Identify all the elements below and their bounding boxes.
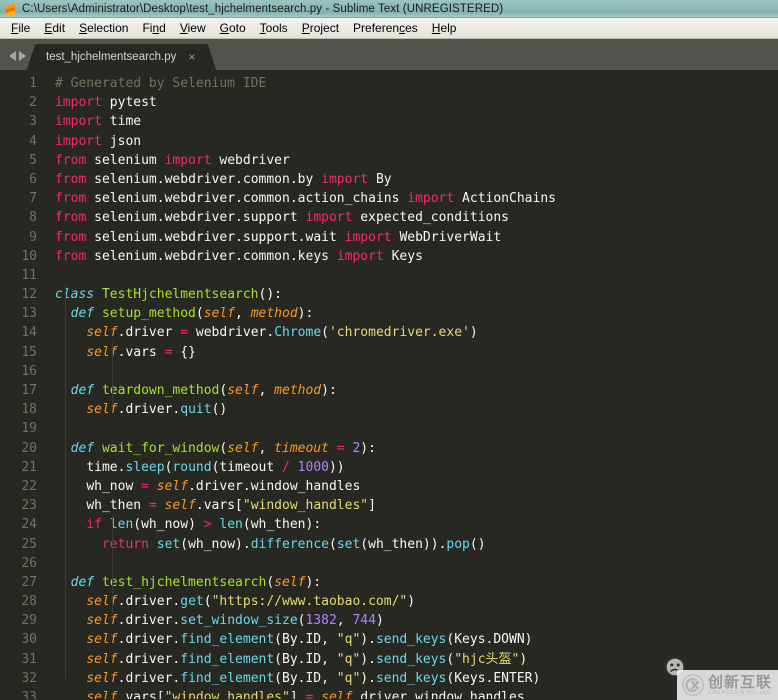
code-editor[interactable]: 1 2 3 4 5 6 7 8 9 10 11 12 13 14 15 16 17 18 19 20 21 22 23 24 2… <box>0 70 778 699</box>
code-line[interactable]: self.driver.find_element(By.ID, "q").sen… <box>46 630 778 649</box>
menu-item-edit[interactable]: Edit <box>37 19 72 37</box>
code-line[interactable]: self.vars["window_handles"] = self.drive… <box>46 688 778 699</box>
menu-bar[interactable]: File Edit Selection Find View Goto Tools… <box>0 18 778 39</box>
menu-item-find[interactable]: Find <box>135 19 172 37</box>
code-line[interactable] <box>46 362 778 381</box>
code-line[interactable]: wh_then = self.vars["window_handles"] <box>46 496 778 515</box>
code-line[interactable]: wh_now = self.driver.window_handles <box>46 477 778 496</box>
code-line[interactable]: self.vars = {} <box>46 343 778 362</box>
line-number: 28 <box>21 594 37 610</box>
line-number: 8 <box>29 210 37 226</box>
code-line[interactable]: self.driver.quit() <box>46 400 778 419</box>
code-line[interactable]: import pytest <box>46 93 778 112</box>
code-line[interactable]: import json <box>46 132 778 151</box>
code-line[interactable]: self.driver = webdriver.Chrome('chromedr… <box>46 323 778 342</box>
code-line[interactable]: # Generated by Selenium IDE <box>46 74 778 93</box>
line-number: 30 <box>21 632 37 648</box>
menu-item-project[interactable]: Project <box>295 19 346 37</box>
title-bar: C:\Users\Administrator\Desktop\test_hjch… <box>0 0 778 18</box>
code-line[interactable]: from selenium.webdriver.common.by import… <box>46 170 778 189</box>
line-number: 4 <box>29 133 37 149</box>
tab-test-hjchelmentsearch[interactable]: test_hjchelmentsearch.py × <box>38 44 206 70</box>
menu-item-file[interactable]: File <box>4 19 37 37</box>
line-number: 6 <box>29 171 37 187</box>
line-number: 17 <box>21 383 37 398</box>
code-line[interactable]: def test_hjchelmentsearch(self): <box>46 573 778 592</box>
sublime-text-window: C:\Users\Administrator\Desktop\test_hjch… <box>0 0 778 700</box>
code-line[interactable]: self.driver.get("https://www.taobao.com/… <box>46 592 778 611</box>
line-number: 16 <box>21 363 37 379</box>
line-number: 18 <box>21 402 37 418</box>
line-number: 20 <box>21 440 37 456</box>
line-number: 13 <box>21 306 37 322</box>
code-line[interactable]: import time <box>46 112 778 131</box>
line-number: 25 <box>21 536 37 552</box>
code-line[interactable]: self.driver.set_window_size(1382, 744) <box>46 611 778 630</box>
line-number: 5 <box>29 152 37 168</box>
code-line[interactable]: from selenium.webdriver.common.action_ch… <box>46 189 778 208</box>
line-number: 26 <box>21 555 37 571</box>
line-number: 3 <box>29 114 37 130</box>
line-number: 15 <box>21 344 37 360</box>
menu-item-help[interactable]: Help <box>425 19 464 37</box>
line-number: 29 <box>21 613 37 629</box>
sublime-text-icon <box>4 2 18 16</box>
line-number: 24 <box>21 517 37 533</box>
line-number: 10 <box>21 248 37 264</box>
code-line[interactable]: self.driver.find_element(By.ID, "q").sen… <box>46 650 778 669</box>
tab-bar: test_hjchelmentsearch.py × <box>0 39 778 70</box>
menu-item-selection[interactable]: Selection <box>72 19 135 37</box>
window-title: C:\Users\Administrator\Desktop\test_hjch… <box>22 2 504 15</box>
code-line[interactable]: from selenium.webdriver.common.keys impo… <box>46 247 778 266</box>
code-line[interactable]: class TestHjchelmentsearch(): <box>46 285 778 304</box>
code-line[interactable]: def wait_for_window(self, timeout = 2): <box>46 439 778 458</box>
line-number: 1 <box>29 76 37 91</box>
line-number: 31 <box>21 651 37 667</box>
line-number: 14 <box>21 325 37 341</box>
line-number: 9 <box>29 229 37 245</box>
line-number: 19 <box>21 421 37 437</box>
line-number: 7 <box>29 191 37 207</box>
line-number: 23 <box>21 498 37 514</box>
code-line[interactable]: time.sleep(round(timeout / 1000)) <box>46 458 778 477</box>
line-number: 11 <box>21 267 37 283</box>
tab-label: test_hjchelmentsearch.py <box>46 51 177 63</box>
code-line[interactable]: from selenium.webdriver.support import e… <box>46 208 778 227</box>
indent-guide <box>112 342 113 404</box>
close-icon[interactable]: × <box>180 51 205 63</box>
line-number: 22 <box>21 478 37 494</box>
arrow-right-icon[interactable] <box>19 51 26 61</box>
line-number: 2 <box>29 95 37 111</box>
menu-item-goto[interactable]: Goto <box>213 19 253 37</box>
menu-item-preferences[interactable]: Preferences <box>346 19 425 37</box>
menu-item-tools[interactable]: Tools <box>253 19 295 37</box>
code-line[interactable]: self.driver.find_element(By.ID, "q").sen… <box>46 669 778 688</box>
code-line[interactable] <box>46 266 778 285</box>
line-number: 12 <box>21 287 37 303</box>
arrow-left-icon[interactable] <box>9 51 16 61</box>
code-area[interactable]: # Generated by Selenium IDE import pytest… <box>46 70 778 699</box>
code-line[interactable]: from selenium.webdriver.support.wait imp… <box>46 228 778 247</box>
indent-guide <box>112 515 113 615</box>
menu-item-view[interactable]: View <box>173 19 213 37</box>
line-number: 33 <box>21 690 37 699</box>
indent-guide <box>65 588 66 679</box>
line-number: 21 <box>21 459 37 475</box>
code-line[interactable]: if len(wh_now) > len(wh_then): <box>46 515 778 534</box>
line-number: 27 <box>21 574 37 590</box>
code-line[interactable]: def teardown_method(self, method): <box>46 381 778 400</box>
line-number: 32 <box>21 670 37 686</box>
code-line[interactable]: return set(wh_now).difference(set(wh_the… <box>46 535 778 554</box>
line-number-gutter: 1 2 3 4 5 6 7 8 9 10 11 12 13 14 15 16 17 18 19 20 21 22 23 24 2… <box>0 70 46 699</box>
code-line[interactable] <box>46 419 778 438</box>
code-line[interactable] <box>46 554 778 573</box>
code-line[interactable]: from selenium import webdriver <box>46 151 778 170</box>
code-line[interactable]: def setup_method(self, method): <box>46 304 778 323</box>
